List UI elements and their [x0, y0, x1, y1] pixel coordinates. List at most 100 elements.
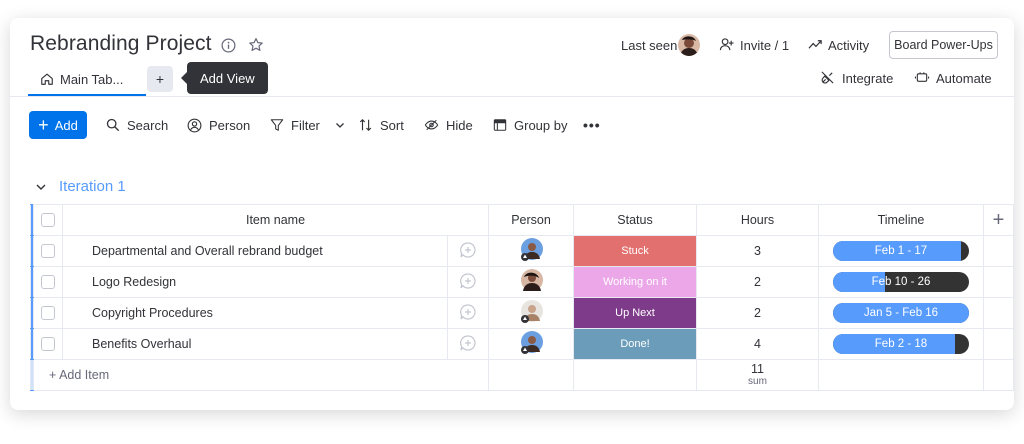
- integrate-button[interactable]: Integrate: [842, 71, 893, 86]
- person-avatar: [521, 268, 543, 291]
- add-update-icon[interactable]: [447, 266, 489, 298]
- row-checkbox[interactable]: [33, 266, 63, 298]
- header-divider: [10, 96, 1014, 97]
- timeline-bar: Jan 5 - Feb 16: [833, 303, 969, 323]
- column-header-item-name[interactable]: Item name: [62, 204, 489, 236]
- group-collapse-chevron-icon[interactable]: [34, 180, 48, 194]
- hours-cell[interactable]: 4: [696, 328, 819, 360]
- person-cell[interactable]: [488, 235, 574, 267]
- activity-button[interactable]: Activity: [828, 38, 869, 53]
- person-avatar: [521, 237, 543, 261]
- sort-label: Sort: [380, 117, 404, 133]
- empty-cell: [983, 328, 1014, 360]
- tab-main-table[interactable]: Main Tab...: [28, 62, 146, 96]
- hide-button[interactable]: Hide: [424, 111, 473, 139]
- sort-icon: [359, 118, 372, 132]
- eye-off-icon: [424, 119, 439, 131]
- empty-cell: [983, 235, 1014, 267]
- timeline-bar: Feb 1 - 17: [833, 241, 969, 261]
- item-name[interactable]: Copyright Procedures: [62, 297, 448, 329]
- person-cell[interactable]: [488, 266, 574, 298]
- add-view-button[interactable]: +: [147, 66, 173, 92]
- last-seen-avatar[interactable]: [678, 34, 700, 56]
- item-name[interactable]: Benefits Overhaul: [62, 328, 448, 360]
- search-button[interactable]: Search: [106, 111, 168, 139]
- table-row: Benefits Overhaul Done! 4 Feb 2 - 18: [30, 328, 1014, 360]
- column-header-timeline[interactable]: Timeline: [818, 204, 984, 236]
- more-options-button[interactable]: •••: [583, 111, 601, 139]
- timeline-bar: Feb 10 - 26: [833, 272, 969, 292]
- timeline-label: Feb 1 - 17: [874, 245, 928, 257]
- add-update-icon[interactable]: [447, 297, 489, 329]
- activity-icon: [808, 37, 823, 52]
- row-checkbox[interactable]: [33, 297, 63, 329]
- board-title[interactable]: Rebranding Project: [30, 32, 212, 56]
- item-name[interactable]: Departmental and Overall rebrand budget: [62, 235, 448, 267]
- board-table: Item name Person Status Hours Timeline +…: [30, 204, 1014, 391]
- status-cell[interactable]: Working on it: [573, 266, 697, 298]
- empty-cell: [983, 359, 1014, 391]
- timeline-cell[interactable]: Feb 10 - 26: [818, 266, 984, 298]
- hours-sum-cell: 11 sum: [696, 359, 819, 391]
- person-filter-button[interactable]: Person: [187, 111, 250, 139]
- star-icon[interactable]: [248, 37, 264, 53]
- table-row: Departmental and Overall rebrand budget …: [30, 235, 1014, 267]
- info-icon[interactable]: [221, 38, 236, 53]
- board-window: Rebranding Project Last seen Invite / 1 …: [10, 18, 1014, 410]
- row-checkbox[interactable]: [33, 235, 63, 267]
- person-cell[interactable]: [488, 297, 574, 329]
- item-name[interactable]: Logo Redesign: [62, 266, 448, 298]
- hours-sum-label: sum: [748, 376, 767, 387]
- hours-cell[interactable]: 2: [696, 266, 819, 298]
- board-power-ups-button[interactable]: Board Power-Ups: [889, 31, 998, 59]
- table-row: Copyright Procedures Up Next 2 Jan 5 - F…: [30, 297, 1014, 329]
- add-column-button[interactable]: +: [983, 204, 1014, 236]
- status-cell[interactable]: Up Next: [573, 297, 697, 329]
- group-title[interactable]: Iteration 1: [59, 178, 126, 195]
- status-cell[interactable]: Stuck: [573, 235, 697, 267]
- empty-cell: [573, 359, 697, 391]
- sort-button[interactable]: Sort: [359, 111, 404, 139]
- home-icon: [40, 72, 54, 86]
- table-header-row: Item name Person Status Hours Timeline +: [30, 204, 1014, 236]
- add-view-tooltip: Add View: [181, 62, 268, 94]
- column-header-hours[interactable]: Hours: [696, 204, 819, 236]
- group-by-label: Group by: [514, 117, 568, 133]
- add-button-label: Add: [54, 117, 78, 133]
- empty-cell: [488, 359, 574, 391]
- filter-label: Filter: [291, 117, 320, 133]
- status-cell[interactable]: Done!: [573, 328, 697, 360]
- group-by-icon: [493, 119, 507, 131]
- add-update-icon[interactable]: [447, 235, 489, 267]
- group-by-button[interactable]: Group by: [493, 111, 567, 139]
- filter-button[interactable]: Filter: [270, 111, 345, 139]
- automate-button[interactable]: Automate: [936, 71, 992, 86]
- select-all-checkbox[interactable]: [33, 204, 63, 236]
- timeline-bar: Feb 2 - 18: [833, 334, 969, 354]
- empty-cell: [983, 297, 1014, 329]
- invite-button[interactable]: Invite / 1: [740, 38, 789, 53]
- timeline-label: Jan 5 - Feb 16: [863, 307, 939, 319]
- last-seen-label: Last seen: [621, 38, 678, 53]
- add-update-icon[interactable]: [447, 328, 489, 360]
- timeline-label: Feb 10 - 26: [871, 276, 931, 288]
- column-header-status[interactable]: Status: [573, 204, 697, 236]
- add-item-input[interactable]: + Add Item: [33, 359, 489, 391]
- column-header-person[interactable]: Person: [488, 204, 574, 236]
- person-cell[interactable]: [488, 328, 574, 360]
- person-avatar: [521, 330, 543, 354]
- timeline-cell[interactable]: Feb 2 - 18: [818, 328, 984, 360]
- table-row: Logo Redesign Working on it 2 Feb 10 - 2…: [30, 266, 1014, 298]
- add-item-button[interactable]: + Add: [29, 111, 87, 139]
- row-checkbox[interactable]: [33, 328, 63, 360]
- hide-label: Hide: [446, 117, 473, 133]
- person-avatar: [521, 299, 543, 323]
- hours-cell[interactable]: 3: [696, 235, 819, 267]
- search-icon: [106, 118, 120, 132]
- chevron-down-icon[interactable]: [335, 120, 345, 130]
- hours-cell[interactable]: 2: [696, 297, 819, 329]
- empty-cell: [983, 266, 1014, 298]
- timeline-cell[interactable]: Feb 1 - 17: [818, 235, 984, 267]
- tab-main-table-label: Main Tab...: [60, 71, 124, 87]
- timeline-cell[interactable]: Jan 5 - Feb 16: [818, 297, 984, 329]
